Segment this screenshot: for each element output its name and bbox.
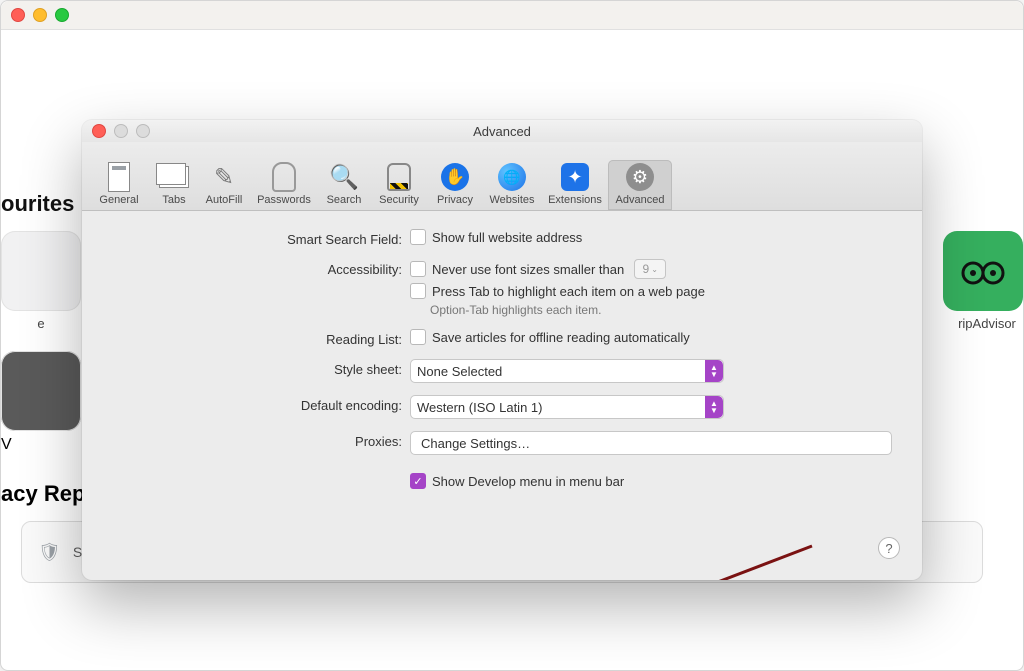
tab-privacy[interactable]: ✋ Privacy	[428, 160, 482, 210]
tab-highlight-checkbox[interactable]: Press Tab to highlight each item on a we…	[410, 283, 892, 299]
row-develop-menu: ✓ Show Develop menu in menu bar	[112, 473, 892, 489]
checkbox-icon: ✓	[410, 473, 426, 489]
row-reading-list: Reading List: Save articles for offline …	[112, 329, 892, 347]
accessibility-hint: Option-Tab highlights each item.	[410, 303, 892, 317]
tab-search[interactable]: 🔍 Search	[318, 160, 370, 210]
annotation-arrow-icon	[622, 541, 822, 580]
row-stylesheet: Style sheet: None Selected ▲▼	[112, 359, 892, 383]
minimize-icon[interactable]	[33, 8, 47, 22]
close-icon[interactable]	[11, 8, 25, 22]
offline-reading-checkbox[interactable]: Save articles for offline reading automa…	[410, 329, 892, 345]
checkbox-icon	[410, 261, 426, 277]
prefs-toolbar: General Tabs ✎ AutoFill Passwords 🔍 Sear…	[82, 142, 922, 211]
row-proxies: Proxies: Change Settings…	[112, 431, 892, 455]
tab-label: Extensions	[542, 194, 608, 206]
checkbox-label: Save articles for offline reading automa…	[432, 330, 690, 345]
font-size-stepper[interactable]: 9 ⌄	[634, 259, 666, 279]
tab-label: Privacy	[428, 194, 482, 206]
checkbox-label: Show full website address	[432, 230, 582, 245]
key-icon	[250, 160, 318, 194]
preferences-window: Advanced General Tabs ✎ AutoFill Passwor…	[82, 120, 922, 580]
checkbox-label: Never use font sizes smaller than	[432, 262, 624, 277]
tab-label: Search	[318, 194, 370, 206]
tab-tabs[interactable]: Tabs	[150, 160, 198, 210]
privacy-report-heading: acy Rep	[1, 481, 85, 507]
row-label: Accessibility:	[112, 259, 410, 277]
pencil-icon: ✎	[198, 160, 250, 194]
tab-advanced[interactable]: ⚙ Advanced	[608, 160, 672, 210]
lock-icon	[370, 160, 428, 194]
checkbox-icon	[410, 229, 426, 245]
stepper-value: 9	[643, 262, 650, 276]
checkbox-label: Show Develop menu in menu bar	[432, 474, 624, 489]
prefs-body: Smart Search Field: Show full website ad…	[82, 211, 922, 580]
row-label: Reading List:	[112, 329, 410, 347]
select-value: Western (ISO Latin 1)	[417, 400, 542, 415]
row-encoding: Default encoding: Western (ISO Latin 1) …	[112, 395, 892, 419]
checkbox-label: Press Tab to highlight each item on a we…	[432, 284, 705, 299]
row-accessibility: Accessibility: Never use font sizes smal…	[112, 259, 892, 317]
updown-icon: ▲▼	[705, 396, 723, 418]
zoom-icon[interactable]	[55, 8, 69, 22]
shield-icon: 🛡	[38, 542, 61, 563]
prefs-title: Advanced	[473, 124, 531, 139]
chevron-down-icon: ⌄	[651, 265, 658, 274]
row-smart-search: Smart Search Field: Show full website ad…	[112, 229, 892, 247]
row-label: Default encoding:	[112, 395, 410, 413]
hand-icon: ✋	[428, 160, 482, 194]
show-develop-menu-checkbox[interactable]: ✓ Show Develop menu in menu bar	[410, 473, 892, 489]
tab-security[interactable]: Security	[370, 160, 428, 210]
show-full-address-checkbox[interactable]: Show full website address	[410, 229, 892, 245]
tile-label: ripAdvisor	[951, 316, 1023, 331]
button-label: Change Settings…	[421, 436, 530, 451]
minimize-icon[interactable]	[114, 124, 128, 138]
row-label	[112, 473, 410, 476]
owl-icon	[960, 257, 1006, 285]
tab-label: Advanced	[608, 194, 672, 206]
encoding-select[interactable]: Western (ISO Latin 1) ▲▼	[410, 395, 724, 419]
tab-label: Passwords	[250, 194, 318, 206]
tab-label: AutoFill	[198, 194, 250, 206]
general-icon	[88, 160, 150, 194]
search-icon: 🔍	[318, 160, 370, 194]
row-label: Smart Search Field:	[112, 229, 410, 247]
help-button[interactable]: ?	[878, 537, 900, 559]
checkbox-icon	[410, 329, 426, 345]
favourite-tile-tripadvisor[interactable]	[943, 231, 1023, 311]
tile-label: e	[1, 316, 81, 331]
zoom-icon[interactable]	[136, 124, 150, 138]
tab-passwords[interactable]: Passwords	[250, 160, 318, 210]
tile-label: V	[1, 436, 81, 454]
favourites-heading: ourites	[1, 191, 74, 217]
tab-general[interactable]: General	[88, 160, 150, 210]
browser-titlebar	[1, 1, 1023, 30]
tab-label: General	[88, 194, 150, 206]
globe-icon: 🌐	[482, 160, 542, 194]
tab-label: Security	[370, 194, 428, 206]
puzzle-icon: ✦	[542, 160, 608, 194]
prefs-titlebar: Advanced	[82, 120, 922, 142]
tabs-icon	[150, 160, 198, 194]
change-settings-button[interactable]: Change Settings…	[410, 431, 892, 455]
tab-extensions[interactable]: ✦ Extensions	[542, 160, 608, 210]
updown-icon: ▲▼	[705, 360, 723, 382]
row-label: Proxies:	[112, 431, 410, 449]
checkbox-icon	[410, 283, 426, 299]
favourite-tile[interactable]	[1, 231, 81, 311]
select-value: None Selected	[417, 364, 502, 379]
tab-websites[interactable]: 🌐 Websites	[482, 160, 542, 210]
tab-autofill[interactable]: ✎ AutoFill	[198, 160, 250, 210]
min-font-size-checkbox[interactable]: Never use font sizes smaller than 9 ⌄	[410, 259, 892, 279]
tab-label: Tabs	[150, 194, 198, 206]
tab-label: Websites	[482, 194, 542, 206]
row-label: Style sheet:	[112, 359, 410, 377]
favourite-tile[interactable]	[1, 351, 81, 431]
stylesheet-select[interactable]: None Selected ▲▼	[410, 359, 724, 383]
help-icon: ?	[885, 541, 892, 556]
close-icon[interactable]	[92, 124, 106, 138]
gear-icon: ⚙	[608, 160, 672, 194]
